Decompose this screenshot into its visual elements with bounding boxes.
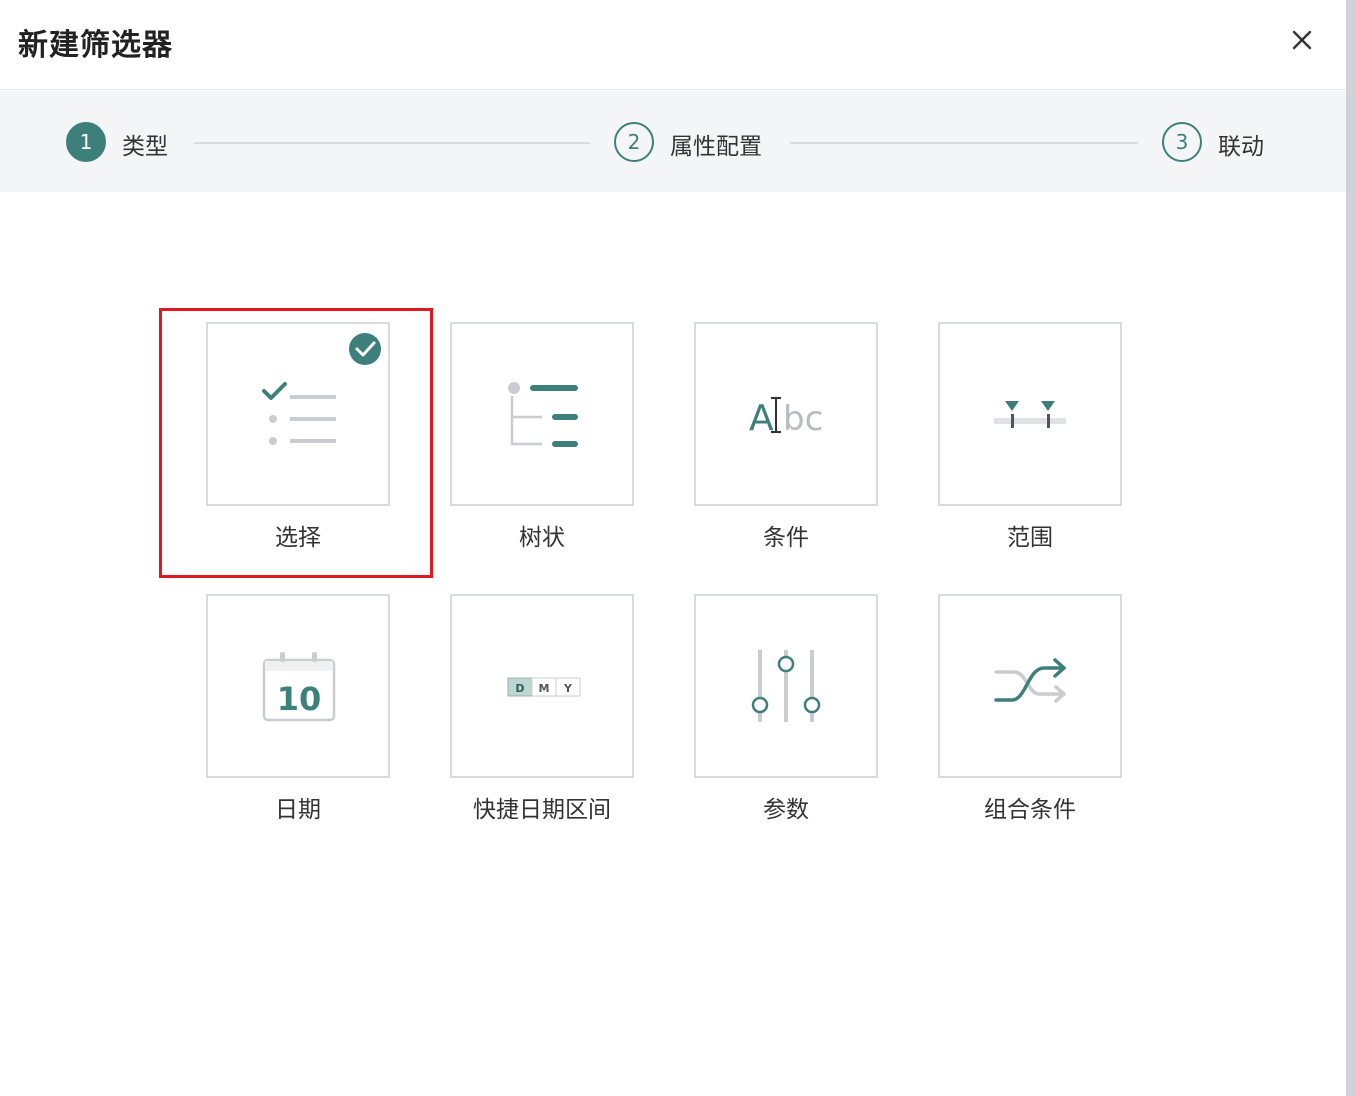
type-label-condition: 条件 (763, 525, 809, 551)
step-connector (194, 142, 590, 144)
checklist-icon (262, 333, 381, 445)
type-tile-quick-date-range[interactable]: D M Y (450, 594, 634, 778)
scrollbar-track[interactable] (1346, 0, 1356, 1096)
close-icon (1292, 30, 1312, 50)
type-label-date: 日期 (275, 797, 321, 823)
close-button[interactable] (1286, 24, 1318, 56)
type-label-combine-condition: 组合条件 (984, 797, 1076, 823)
type-tile-select[interactable] (206, 322, 390, 506)
step-3-number: 3 (1162, 122, 1202, 162)
step-2-number: 2 (614, 122, 654, 162)
svg-text:D: D (515, 682, 524, 695)
svg-text:10: 10 (277, 680, 322, 718)
quick-date-range-icon: D M Y (507, 677, 581, 697)
svg-text:M: M (539, 682, 550, 695)
step-3-label: 联动 (1218, 134, 1264, 160)
type-tile-date[interactable]: 10 (206, 594, 390, 778)
dialog-title: 新建筛选器 (18, 28, 173, 63)
type-label-select: 选择 (275, 525, 321, 551)
type-tile-range[interactable] (938, 322, 1122, 506)
step-1-number: 1 (66, 122, 106, 162)
svg-text:Y: Y (563, 682, 573, 695)
new-filter-dialog: 新建筛选器 1 类型 2 属性配置 3 联动 选择 树状 A bc 条件 范围 … (0, 0, 1346, 1096)
text-condition-icon: A bc (749, 397, 823, 439)
type-label-quick-date-range: 快捷日期区间 (473, 797, 611, 823)
svg-text:A: A (749, 398, 774, 439)
parameter-sliders-icon (751, 650, 821, 722)
range-slider-icon (994, 401, 1066, 428)
step-1-label: 类型 (122, 134, 168, 160)
svg-text:bc: bc (783, 399, 823, 439)
type-tile-condition[interactable]: A bc (694, 322, 878, 506)
type-tile-parameter[interactable] (694, 594, 878, 778)
dialog-header: 新建筛选器 (0, 0, 1346, 90)
tree-icon (508, 382, 578, 447)
type-label-tree: 树状 (519, 525, 565, 551)
step-progress: 1 类型 2 属性配置 3 联动 (0, 91, 1346, 192)
calendar-icon: 10 (262, 652, 336, 722)
type-tile-combine-condition[interactable] (938, 594, 1122, 778)
type-label-range: 范围 (1007, 525, 1053, 551)
step-2-label: 属性配置 (670, 134, 762, 160)
step-connector (790, 142, 1138, 144)
type-label-parameter: 参数 (763, 797, 809, 823)
type-tile-tree[interactable] (450, 322, 634, 506)
combine-condition-icon (994, 658, 1066, 703)
